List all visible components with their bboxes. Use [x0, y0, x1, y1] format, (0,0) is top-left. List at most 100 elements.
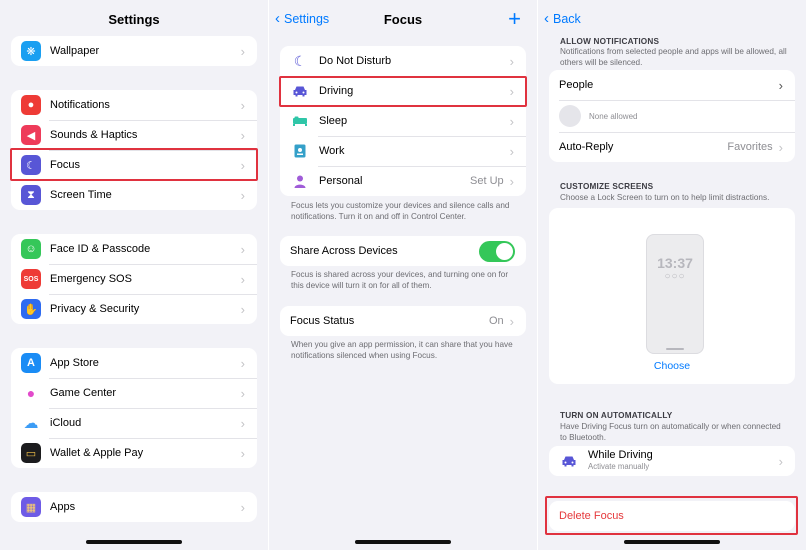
chevron-right-icon: ›	[240, 415, 245, 431]
turn-on-automatically-header: TURN ON AUTOMATICALLY	[560, 411, 673, 420]
while-driving-subtitle: Activate manually	[588, 462, 650, 471]
home-indicator[interactable]	[624, 540, 720, 544]
add-focus-button[interactable]: +	[508, 6, 521, 32]
focus-highlight-box	[10, 148, 258, 181]
people-row[interactable]: People ›	[549, 70, 795, 100]
focus-status-group: Focus Status On ›	[280, 306, 526, 336]
moon-icon: ☾	[293, 52, 307, 69]
none-allowed-text: None allowed	[589, 111, 638, 121]
allow-notifications-subtitle: Notifications from selected people and a…	[560, 47, 787, 67]
chevron-right-icon: ›	[240, 301, 245, 317]
chevron-right-icon: ›	[509, 143, 514, 159]
settings-group-apps: A App Store › ● Game Center › ☁ iCloud ›…	[11, 348, 257, 468]
settings-item-sounds[interactable]: ◀ Sounds & Haptics ›	[11, 120, 257, 150]
lock-screen-card: 13:37 ○○○ Choose	[549, 208, 795, 384]
focus-modes-footer: Focus lets you customize your devices an…	[291, 201, 510, 221]
delete-highlight-box	[545, 496, 798, 535]
settings-item-face-id[interactable]: ☺ Face ID & Passcode ›	[11, 234, 257, 264]
sos-icon: SOS	[21, 269, 41, 289]
driving-highlight-box	[279, 76, 527, 107]
hand-icon: ✋	[21, 299, 41, 319]
app-store-icon: A	[21, 353, 41, 373]
driving-panel: ‹ Back ALLOW NOTIFICATIONS Notifications…	[538, 0, 806, 550]
settings-item-privacy[interactable]: ✋ Privacy & Security ›	[11, 294, 257, 324]
car-icon	[559, 451, 579, 471]
auto-reply-value: Favorites	[727, 141, 773, 153]
focus-title: Focus	[383, 12, 423, 27]
focus-mode-personal[interactable]: Personal Set Up ›	[280, 166, 526, 196]
focus-nav-bar: ‹ Settings Focus +	[269, 0, 537, 38]
settings-item-notifications[interactable]: ● Notifications ›	[11, 90, 257, 120]
settings-item-emergency-sos[interactable]: SOS Emergency SOS ›	[11, 264, 257, 294]
bed-icon	[290, 111, 310, 131]
settings-item-screen-time[interactable]: ⧗ Screen Time ›	[11, 180, 257, 210]
chevron-right-icon: ›	[240, 127, 245, 143]
settings-item-wallet[interactable]: ▭ Wallet & Apple Pay ›	[11, 438, 257, 468]
lock-screen-time: 13:37	[657, 255, 693, 271]
customize-screens-header: CUSTOMIZE SCREENS	[560, 182, 654, 191]
chevron-right-icon: ›	[778, 139, 783, 155]
focus-status-value: On	[488, 315, 504, 327]
id-badge-icon	[290, 141, 310, 161]
focus-status-footer: When you give an app permission, it can …	[291, 340, 513, 360]
home-indicator[interactable]	[86, 540, 182, 544]
settings-group-more-apps: ▦ Apps ›	[11, 492, 257, 522]
settings-title: Settings	[108, 12, 160, 27]
wallet-icon: ▭	[21, 443, 41, 463]
back-button[interactable]: ‹ Back	[544, 10, 581, 27]
lock-screen-preview[interactable]: 13:37 ○○○	[646, 234, 704, 354]
customize-screens-subtitle: Choose a Lock Screen to turn on to help …	[560, 193, 770, 202]
apps-grid-icon: ▦	[21, 497, 41, 517]
person-icon	[290, 171, 310, 191]
chevron-right-icon: ›	[240, 355, 245, 371]
chevron-right-icon: ›	[509, 313, 514, 329]
chevron-right-icon: ›	[240, 43, 245, 59]
driving-nav-bar: ‹ Back	[538, 0, 806, 38]
chevron-right-icon: ›	[240, 385, 245, 401]
chevron-right-icon: ›	[240, 241, 245, 257]
focus-modes-list: ☾ Do Not Disturb › Driving › Sleep › Wor…	[280, 46, 526, 196]
share-across-devices-toggle[interactable]	[479, 240, 515, 262]
chevron-right-icon: ›	[778, 77, 783, 93]
focus-mode-sleep[interactable]: Sleep ›	[280, 106, 526, 136]
chevron-right-icon: ›	[240, 499, 245, 515]
chevron-left-icon: ‹	[544, 10, 549, 27]
focus-panel: ‹ Settings Focus + ☾ Do Not Disturb › Dr…	[269, 0, 537, 550]
chevron-right-icon: ›	[778, 453, 783, 469]
focus-mode-do-not-disturb[interactable]: ☾ Do Not Disturb ›	[280, 46, 526, 76]
allow-notifications-header: ALLOW NOTIFICATIONS	[560, 37, 660, 46]
personal-setup-value: Set Up	[470, 175, 504, 187]
chevron-right-icon: ›	[240, 97, 245, 113]
wallpaper-icon: ❋	[21, 41, 41, 61]
settings-item-apps[interactable]: ▦ Apps ›	[11, 492, 257, 522]
chevron-right-icon: ›	[509, 113, 514, 129]
allow-notifications-group: People › None allowed Auto-Reply Favorit…	[549, 70, 795, 162]
automation-group: While Driving Activate manually ›	[549, 446, 795, 476]
auto-reply-row[interactable]: Auto-Reply Favorites ›	[549, 132, 795, 162]
choose-lock-screen-button[interactable]: Choose	[549, 360, 795, 372]
cloud-icon: ☁	[21, 413, 41, 433]
hourglass-icon: ⧗	[21, 185, 41, 205]
settings-nav-bar: Settings	[0, 0, 268, 38]
avatar-placeholder	[559, 105, 581, 127]
settings-item-wallpaper[interactable]: ❋ Wallpaper ›	[11, 36, 257, 66]
settings-group-security: ☺ Face ID & Passcode › SOS Emergency SOS…	[11, 234, 257, 324]
lock-screen-widgets: ○○○	[664, 271, 686, 282]
while-driving-row[interactable]: While Driving Activate manually ›	[549, 446, 795, 476]
speaker-icon: ◀	[21, 125, 41, 145]
turn-on-automatically-subtitle: Have Driving Focus turn on automatically…	[560, 422, 781, 442]
settings-item-app-store[interactable]: A App Store ›	[11, 348, 257, 378]
notifications-icon: ●	[21, 95, 41, 115]
settings-item-game-center[interactable]: ● Game Center ›	[11, 378, 257, 408]
chevron-right-icon: ›	[240, 271, 245, 287]
people-none-allowed-row: None allowed	[549, 100, 795, 132]
settings-item-icloud[interactable]: ☁ iCloud ›	[11, 408, 257, 438]
chevron-right-icon: ›	[240, 445, 245, 461]
focus-mode-work[interactable]: Work ›	[280, 136, 526, 166]
share-across-devices-group: Share Across Devices	[280, 236, 526, 266]
home-indicator[interactable]	[355, 540, 451, 544]
game-center-icon: ●	[21, 383, 41, 403]
chevron-right-icon: ›	[240, 187, 245, 203]
focus-status-row[interactable]: Focus Status On ›	[280, 306, 526, 336]
share-across-devices-row: Share Across Devices	[280, 236, 526, 266]
